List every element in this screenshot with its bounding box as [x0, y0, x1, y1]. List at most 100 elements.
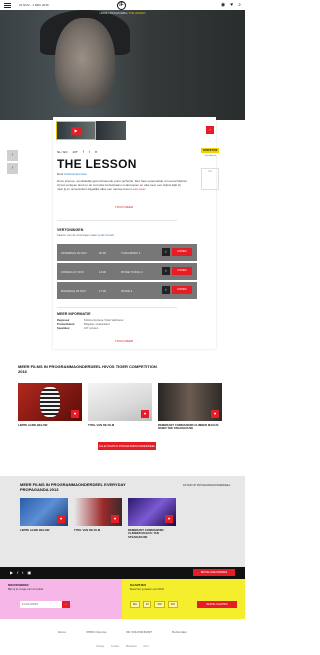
screening-info-icon[interactable]: i: [162, 267, 170, 275]
film-tile[interactable]: ♥ REMBRANT COMMANDER CLIMBER MAGUS; THE …: [128, 498, 176, 539]
screening-info-icon[interactable]: i: [162, 286, 170, 294]
buy-ticket-button[interactable]: KOPEN: [172, 248, 192, 256]
heart-icon[interactable]: ♥: [230, 2, 233, 8]
right-sidebar: COMPETITIE Tiger Award TIP: [201, 148, 219, 190]
favorite-heart-icon[interactable]: ♥: [71, 410, 79, 418]
film-tile[interactable]: ♥ REMBRANT COMMANDER CLIMBER MAGUS; WHEN…: [158, 383, 222, 431]
festival-logo[interactable]: IF: [117, 1, 126, 10]
prev-film-icon[interactable]: ‹: [7, 150, 18, 161]
description-more-link[interactable]: Lees meer: [131, 187, 145, 191]
film-description: Deze intense, verstikkelijk geconstrueer…: [57, 179, 187, 191]
film-tile[interactable]: ♥ TITEL VAN DE FILM: [88, 383, 152, 431]
film-tile-image[interactable]: ♥: [74, 498, 122, 526]
divider: [57, 220, 177, 221]
share-twitter-icon[interactable]: t: [89, 150, 90, 154]
more-info-table: Regisseur Kristina Grozeva, Petar Valchan…: [57, 319, 123, 331]
social-bar: ▶ f t ▣ BESTEL NIEUWSBRIEF: [0, 567, 245, 579]
email-submit-button[interactable]: ›: [62, 601, 70, 608]
film-tile-caption[interactable]: LIMITE ALINE BELOW: [20, 528, 68, 532]
film-tile-image[interactable]: ♥: [18, 383, 82, 421]
gallery-next-icon[interactable]: ›: [206, 126, 214, 134]
tickets-panel: KAARTJES Bestel hier je kaarten voor IFF…: [122, 579, 245, 619]
partner-logos: Hivos VPRO Cinema DE VOLKSKRANT Rotterda…: [0, 619, 245, 644]
order-tickets-button[interactable]: BESTEL KAARTEN: [197, 601, 237, 608]
hero-image: HOME / PROGRAMMA / THE LESSON: [0, 10, 245, 120]
gallery-blank: ›: [126, 121, 214, 140]
breadcrumb-home[interactable]: HOME: [100, 12, 108, 15]
film-tile-image[interactable]: ♥: [20, 498, 68, 526]
share-mail-icon[interactable]: ✉: [95, 150, 98, 154]
screening-time: 20:30: [99, 250, 106, 255]
director-label: Door: [57, 172, 64, 176]
favorite-heart-icon[interactable]: ♥: [141, 410, 149, 418]
partner-logo[interactable]: VPRO Cinema: [86, 630, 106, 634]
film-tile-caption[interactable]: TITEL VAN DE FILM: [74, 528, 122, 532]
film-tile-caption[interactable]: TITEL VAN DE FILM: [88, 423, 152, 427]
partner-logo[interactable]: Rotterdam: [172, 630, 187, 634]
user-icon[interactable]: ◉: [221, 2, 225, 8]
next-film-icon[interactable]: ›: [7, 163, 18, 174]
film-tile-caption[interactable]: REMBRANT COMMANDER CLIMBER MAGUS; WHEN T…: [158, 423, 222, 431]
section1-title: MEER FILMS IN PROGRAMMAONDERDEEL HIVOS T…: [18, 364, 157, 374]
day-option[interactable]: MA: [130, 601, 140, 608]
facebook-icon[interactable]: f: [17, 570, 18, 575]
filter-link[interactable]: FILTER OP PROGRAMMAONDERDEEL: [183, 484, 230, 487]
more-info-link[interactable]: TOON MEER: [115, 339, 133, 343]
footer-link[interactable]: Pers: [144, 645, 149, 648]
share-facebook-icon[interactable]: f: [83, 150, 84, 154]
film-tile-image[interactable]: ♥: [158, 383, 222, 421]
screenings-subtitle-link[interactable]: dit moment: [101, 234, 114, 237]
youtube-icon[interactable]: ▶: [10, 570, 13, 575]
day-selector: MA DI WO DO: [130, 601, 178, 608]
favorite-heart-icon[interactable]: ♥: [165, 515, 173, 523]
breadcrumb: HOME / PROGRAMMA / THE LESSON: [99, 12, 146, 15]
email-input[interactable]: E-MAILADRES: [20, 601, 62, 608]
play-icon[interactable]: ▶: [71, 127, 81, 135]
gallery-thumb[interactable]: [96, 121, 126, 140]
competition-badge[interactable]: COMPETITIE: [201, 148, 219, 153]
film-tile-caption[interactable]: LIMITE ALINE BELOW: [18, 423, 82, 427]
footer-link[interactable]: Privacy: [96, 645, 104, 648]
search-icon[interactable]: ⌕: [238, 2, 241, 8]
partner-logo[interactable]: Hivos: [58, 630, 66, 634]
partner-logo[interactable]: DE VOLKSKRANT: [126, 630, 152, 634]
screening-info-icon[interactable]: i: [162, 248, 170, 256]
read-more-link[interactable]: TOON MEER: [115, 205, 133, 209]
section2-films: ♥ LIMITE ALINE BELOW ♥ TITEL VAN DE FILM…: [20, 498, 176, 539]
tickets-title: KAARTJES: [130, 583, 147, 587]
footer-link[interactable]: Contact: [111, 645, 119, 648]
hamburger-menu-icon[interactable]: [4, 2, 11, 8]
screenings-title: VERTONINGEN: [57, 228, 84, 232]
screening-venue: PATHE TUSCH 4: [121, 269, 143, 274]
gallery-thumb-active[interactable]: ▶: [56, 121, 96, 140]
film-tile[interactable]: ♥ TITEL VAN DE FILM: [74, 498, 122, 539]
instagram-icon[interactable]: ▣: [27, 570, 31, 575]
newsletter-button[interactable]: BESTEL NIEUWSBRIEF: [193, 569, 235, 576]
director-link[interactable]: Kristina Grozeva: [64, 172, 86, 176]
buy-ticket-button[interactable]: KOPEN: [172, 286, 192, 294]
favorite-heart-icon[interactable]: ♥: [57, 515, 65, 523]
buy-ticket-button[interactable]: KOPEN: [172, 267, 192, 275]
twitter-icon[interactable]: t: [22, 570, 23, 575]
newsletter-panel: NIEUWSBRIEF Blijf op de hoogte van het f…: [0, 579, 122, 619]
breadcrumb-programma[interactable]: PROGRAMMA: [110, 12, 127, 15]
all-films-button[interactable]: ALLE FILMS IN PROGRAMMAONDERDEEL: [98, 442, 156, 450]
footer-link[interactable]: Disclaimer: [126, 645, 137, 648]
film-tile-image[interactable]: ♥: [128, 498, 176, 526]
more-info-title: MEER INFORMATIE: [57, 312, 91, 316]
day-option[interactable]: WO: [154, 601, 165, 608]
film-tile-caption[interactable]: REMBRANT COMMANDER CLIMBER MAGUS; THE ST…: [128, 528, 176, 539]
screening-row: ZONDAG 27 NOV 14:00 PATHE TUSCH 4 i KOPE…: [57, 263, 197, 280]
newsletter-title: NIEUWSBRIEF: [8, 583, 29, 587]
social-icons: ▶ f t ▣: [10, 570, 31, 575]
top-icons: ◉ ♥ ⌕: [221, 2, 241, 8]
film-tile-image[interactable]: ♥: [88, 383, 152, 421]
film-tile[interactable]: ♥ LIMITE ALINE BELOW: [20, 498, 68, 539]
screening-venue: TUSCHINSKI 2: [121, 250, 141, 255]
info-value: Bulgarije, Griekenland: [84, 323, 110, 326]
film-tile[interactable]: ♥ LIMITE ALINE BELOW: [18, 383, 82, 431]
favorite-heart-icon[interactable]: ♥: [111, 515, 119, 523]
day-option[interactable]: DI: [142, 601, 152, 608]
favorite-heart-icon[interactable]: ♥: [211, 410, 219, 418]
day-option[interactable]: DO: [167, 601, 178, 608]
